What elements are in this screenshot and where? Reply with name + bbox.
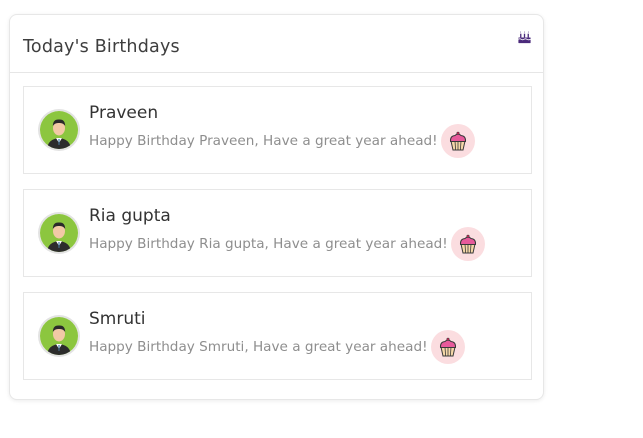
birthday-message-row: Happy Birthday Praveen, Have a great yea… [89, 124, 475, 158]
birthdays-widget: Today's Birthdays Praveen Happy Birthday… [9, 14, 544, 400]
user-avatar-icon [40, 111, 78, 149]
avatar [40, 317, 78, 355]
birthday-cake-icon [518, 31, 531, 44]
cupcake-icon [440, 124, 475, 158]
cupcake-icon [430, 330, 465, 364]
avatar [40, 111, 78, 149]
birthday-message: Happy Birthday Praveen, Have a great yea… [89, 133, 438, 149]
birthday-name: Smruti [89, 309, 146, 329]
birthday-message-row: Happy Birthday Smruti, Have a great year… [89, 330, 465, 364]
birthday-item-praveen: Praveen Happy Birthday Praveen, Have a g… [23, 86, 532, 174]
widget-header: Today's Birthdays [10, 15, 543, 73]
cupcake-icon [450, 227, 485, 261]
birthday-item-smruti: Smruti Happy Birthday Smruti, Have a gre… [23, 292, 532, 380]
birthday-message-row: Happy Birthday Ria gupta, Have a great y… [89, 227, 485, 261]
birthday-name: Praveen [89, 103, 159, 123]
avatar [40, 214, 78, 252]
birthday-item-ria-gupta: Ria gupta Happy Birthday Ria gupta, Have… [23, 189, 532, 277]
user-avatar-icon [40, 317, 78, 355]
widget-title: Today's Birthdays [23, 37, 180, 57]
birthday-name: Ria gupta [89, 206, 171, 226]
birthday-message: Happy Birthday Smruti, Have a great year… [89, 339, 428, 355]
birthday-message: Happy Birthday Ria gupta, Have a great y… [89, 236, 448, 252]
user-avatar-icon [40, 214, 78, 252]
